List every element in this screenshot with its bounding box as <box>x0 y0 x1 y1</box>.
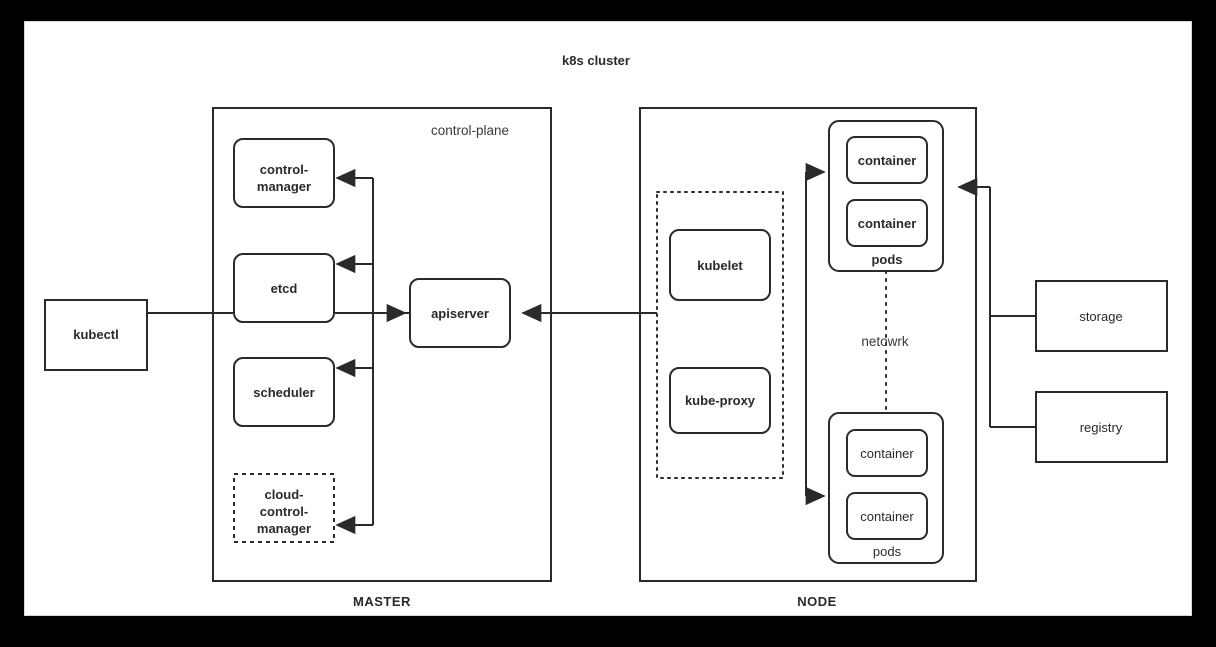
scheduler-label: scheduler <box>253 385 314 400</box>
cloud-control-manager-label-line1: cloud- <box>265 487 304 502</box>
pods-bottom-container-2-label: container <box>860 509 914 524</box>
node-caption: NODE <box>797 594 837 609</box>
storage-label: storage <box>1079 309 1122 324</box>
pods-top-label: pods <box>871 252 902 267</box>
pods-top-container-2-label: container <box>858 216 917 231</box>
pods-top-container-1-label: container <box>858 153 917 168</box>
registry-label: registry <box>1080 420 1123 435</box>
pods-bottom-label: pods <box>873 544 902 559</box>
pods-bottom-container-1-label: container <box>860 446 914 461</box>
apiserver-label: apiserver <box>431 306 489 321</box>
kube-proxy-label: kube-proxy <box>685 393 756 408</box>
master-caption: MASTER <box>353 594 411 609</box>
cloud-control-manager-label-line3: manager <box>257 521 311 536</box>
kubectl-label: kubectl <box>73 327 119 342</box>
diagram-title: k8s cluster <box>562 53 630 68</box>
network-label: netowrk <box>861 334 909 349</box>
etcd-label: etcd <box>271 281 298 296</box>
screenshot-frame: k8s cluster control-plane MASTER NODE ne… <box>0 0 1216 647</box>
k8s-architecture-diagram: k8s cluster control-plane MASTER NODE ne… <box>44 53 1168 609</box>
cloud-control-manager-label-line2: control- <box>260 504 308 519</box>
diagram-canvas: k8s cluster control-plane MASTER NODE ne… <box>25 22 1191 615</box>
control-manager-label-line1: control- <box>260 162 308 177</box>
control-manager-label-line2: manager <box>257 179 311 194</box>
control-plane-label: control-plane <box>431 123 509 138</box>
kubelet-label: kubelet <box>697 258 743 273</box>
